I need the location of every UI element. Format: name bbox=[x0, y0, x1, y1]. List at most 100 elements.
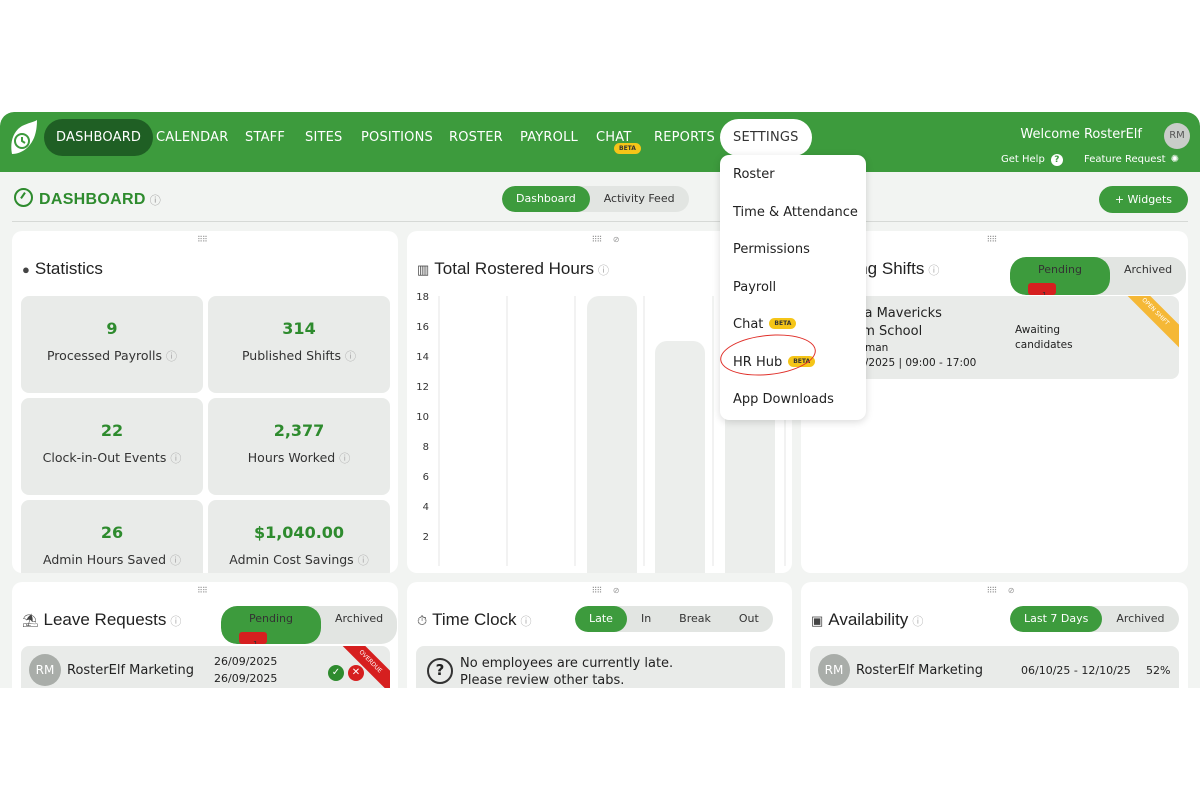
drag-handle-icon[interactable]: ⠿⠿ ⊘ bbox=[592, 235, 620, 244]
settings-menu-payroll[interactable]: Payroll bbox=[733, 280, 776, 295]
time-clock-title-text: Time Clock bbox=[432, 610, 517, 629]
rosterelf-logo-icon[interactable] bbox=[8, 120, 38, 156]
message-line2: Please review other tabs. bbox=[460, 673, 625, 688]
availability-row[interactable]: RM RosterElf Marketing 06/10/25 - 12/10/… bbox=[810, 646, 1179, 688]
user-avatar[interactable]: RM bbox=[1164, 123, 1190, 149]
page-title: DASHBOARD ⓘ bbox=[14, 188, 161, 209]
leave-requests-card: ⠿⠿ ⛱Leave Requestsⓘ Pending1 Archived RM… bbox=[12, 582, 398, 688]
hide-icon: ⊘ bbox=[612, 235, 620, 244]
feature-request-link[interactable]: Feature Request ✺ bbox=[1084, 154, 1179, 165]
availability-range: 06/10/25 - 12/10/25 bbox=[1021, 664, 1131, 677]
hide-icon: ⊘ bbox=[612, 586, 620, 595]
bar[interactable] bbox=[587, 296, 637, 573]
leave-tabs: Pending1 Archived bbox=[221, 606, 398, 644]
nav-positions[interactable]: POSITIONS bbox=[349, 119, 445, 156]
tab-archived[interactable]: Archived bbox=[1102, 606, 1178, 632]
drag-handle-icon[interactable]: ⠿⠿ bbox=[987, 235, 998, 244]
time-clock-card: ⠿⠿ ⊘ ⏱ Time Clock ⓘ Late In Break Out ? No… bbox=[407, 582, 792, 688]
chat-beta-badge: BETA bbox=[614, 143, 641, 154]
y-tick-label: 12 bbox=[416, 382, 429, 393]
nav-dashboard[interactable]: DASHBOARD bbox=[44, 119, 154, 156]
page-title-text: DASHBOARD bbox=[39, 191, 146, 208]
settings-menu-chat[interactable]: Chat BETA bbox=[733, 317, 797, 332]
stat-label: Hours Worked ⓘ bbox=[247, 450, 351, 465]
stat-label: Published Shifts ⓘ bbox=[241, 348, 357, 363]
highlight-circle bbox=[718, 330, 818, 380]
nav-roster[interactable]: ROSTER bbox=[437, 119, 515, 156]
stat-value: 26 bbox=[100, 523, 124, 542]
tab-out[interactable]: Out bbox=[725, 606, 773, 632]
bar[interactable] bbox=[655, 341, 705, 573]
tab-pending[interactable]: Pending1 bbox=[221, 606, 321, 644]
hide-icon: ⊘ bbox=[1007, 586, 1015, 595]
leave-row[interactable]: RM RosterElf Marketing 26/09/2025 26/09/… bbox=[21, 646, 390, 688]
tab-in[interactable]: In bbox=[627, 606, 665, 632]
question-icon: ? bbox=[1050, 154, 1063, 166]
top-nav: DASHBOARD CALENDAR STAFF SITES POSITIONS… bbox=[0, 112, 1200, 172]
open-shift-ribbon: OPEN SHIFT bbox=[1113, 296, 1179, 354]
approve-icon[interactable]: ✓ bbox=[328, 665, 344, 681]
reject-icon[interactable]: ✕ bbox=[348, 665, 364, 681]
feature-request-label: Feature Request bbox=[1084, 154, 1166, 165]
settings-menu-time-attendance[interactable]: Time & Attendance bbox=[733, 205, 858, 220]
message-line1: No employees are currently late. bbox=[460, 656, 674, 671]
y-tick-label: 14 bbox=[416, 352, 429, 363]
tab-archived[interactable]: Archived bbox=[321, 606, 397, 644]
leave-end-date: 26/09/2025 bbox=[214, 672, 278, 685]
leave-employee-name: RosterElf Marketing bbox=[67, 663, 194, 678]
stat-tile: $1,040.00 Admin Cost Savings ⓘ bbox=[208, 500, 390, 573]
drag-handle-icon[interactable]: ⠿⠿ bbox=[197, 235, 208, 244]
gauge-icon bbox=[14, 188, 33, 207]
stat-value: $1,040.00 bbox=[253, 523, 345, 542]
availability-percent: 52% bbox=[1146, 664, 1171, 677]
tab-activity-feed[interactable]: Activity Feed bbox=[590, 186, 689, 212]
availability-employee-name: RosterElf Marketing bbox=[856, 663, 983, 678]
stat-value: 314 bbox=[282, 319, 316, 338]
stat-value: 22 bbox=[100, 421, 124, 440]
drag-handle-icon[interactable]: ⠿⠿ bbox=[197, 586, 208, 595]
nav-settings[interactable]: SETTINGS bbox=[720, 119, 812, 156]
avatar: RM bbox=[29, 654, 61, 686]
tab-archived[interactable]: Archived bbox=[1110, 257, 1186, 295]
settings-menu-app-downloads[interactable]: App Downloads bbox=[733, 392, 834, 407]
beach-icon: ⛱ bbox=[22, 613, 39, 628]
y-tick-label: 6 bbox=[423, 472, 429, 483]
shift-status: Awaiting candidates bbox=[1015, 324, 1073, 351]
stat-value: 9 bbox=[106, 319, 118, 338]
welcome-text: Welcome RosterElf bbox=[1020, 127, 1142, 142]
nav-sites[interactable]: SITES bbox=[293, 119, 355, 156]
drag-handle-icon[interactable]: ⠿⠿ ⊘ bbox=[987, 586, 1015, 595]
bar-chart-icon: ▥ bbox=[417, 262, 430, 277]
nav-staff[interactable]: STAFF bbox=[233, 119, 297, 156]
y-tick-label: 10 bbox=[416, 412, 429, 423]
tab-late[interactable]: Late bbox=[575, 606, 627, 632]
drag-handle-icon[interactable]: ⠿⠿ ⊘ bbox=[592, 586, 620, 595]
lightbulb-icon: ✺ bbox=[1170, 154, 1179, 165]
y-tick-label: 16 bbox=[416, 322, 429, 333]
settings-dropdown: Roster Time & Attendance Permissions Pay… bbox=[718, 155, 866, 420]
add-widgets-button[interactable]: + Widgets bbox=[1098, 186, 1188, 213]
nav-reports[interactable]: REPORTS bbox=[642, 119, 727, 156]
tab-last-7-days[interactable]: Last 7 Days bbox=[1010, 606, 1103, 632]
tab-break[interactable]: Break bbox=[665, 606, 725, 632]
leave-start-date: 26/09/2025 bbox=[214, 655, 278, 668]
time-clock-message: ? No employees are currently late. Pleas… bbox=[416, 646, 785, 688]
time-clock-tabs: Late In Break Out bbox=[575, 606, 773, 632]
nav-calendar[interactable]: CALENDAR bbox=[144, 119, 240, 156]
get-help-link[interactable]: Get Help? bbox=[1001, 154, 1063, 166]
get-help-label: Get Help bbox=[1001, 154, 1045, 165]
stat-label: Admin Cost Savings ⓘ bbox=[229, 552, 369, 567]
stat-value: 2,377 bbox=[273, 421, 325, 440]
settings-menu-roster[interactable]: Roster bbox=[733, 167, 775, 182]
tab-dashboard[interactable]: Dashboard bbox=[502, 186, 590, 212]
stat-tile: 9 Processed Payrolls ⓘ bbox=[21, 296, 203, 393]
pending-shifts-tabs: Pending1 Archived bbox=[1010, 257, 1187, 295]
settings-menu-permissions[interactable]: Permissions bbox=[733, 242, 810, 257]
nav-payroll[interactable]: PAYROLL bbox=[508, 119, 590, 156]
y-tick-label: 4 bbox=[423, 502, 429, 513]
chat-beta-badge: BETA bbox=[769, 318, 797, 329]
tab-pending[interactable]: Pending1 bbox=[1010, 257, 1110, 295]
stat-label: Admin Hours Saved ⓘ bbox=[42, 552, 182, 567]
y-tick-label: 18 bbox=[416, 292, 429, 303]
help-icon[interactable]: ⓘ bbox=[150, 195, 161, 207]
